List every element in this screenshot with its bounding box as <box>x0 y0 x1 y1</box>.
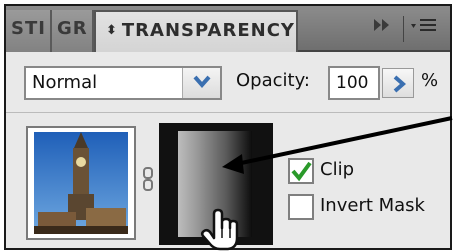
hand-cursor-icon <box>200 208 239 251</box>
